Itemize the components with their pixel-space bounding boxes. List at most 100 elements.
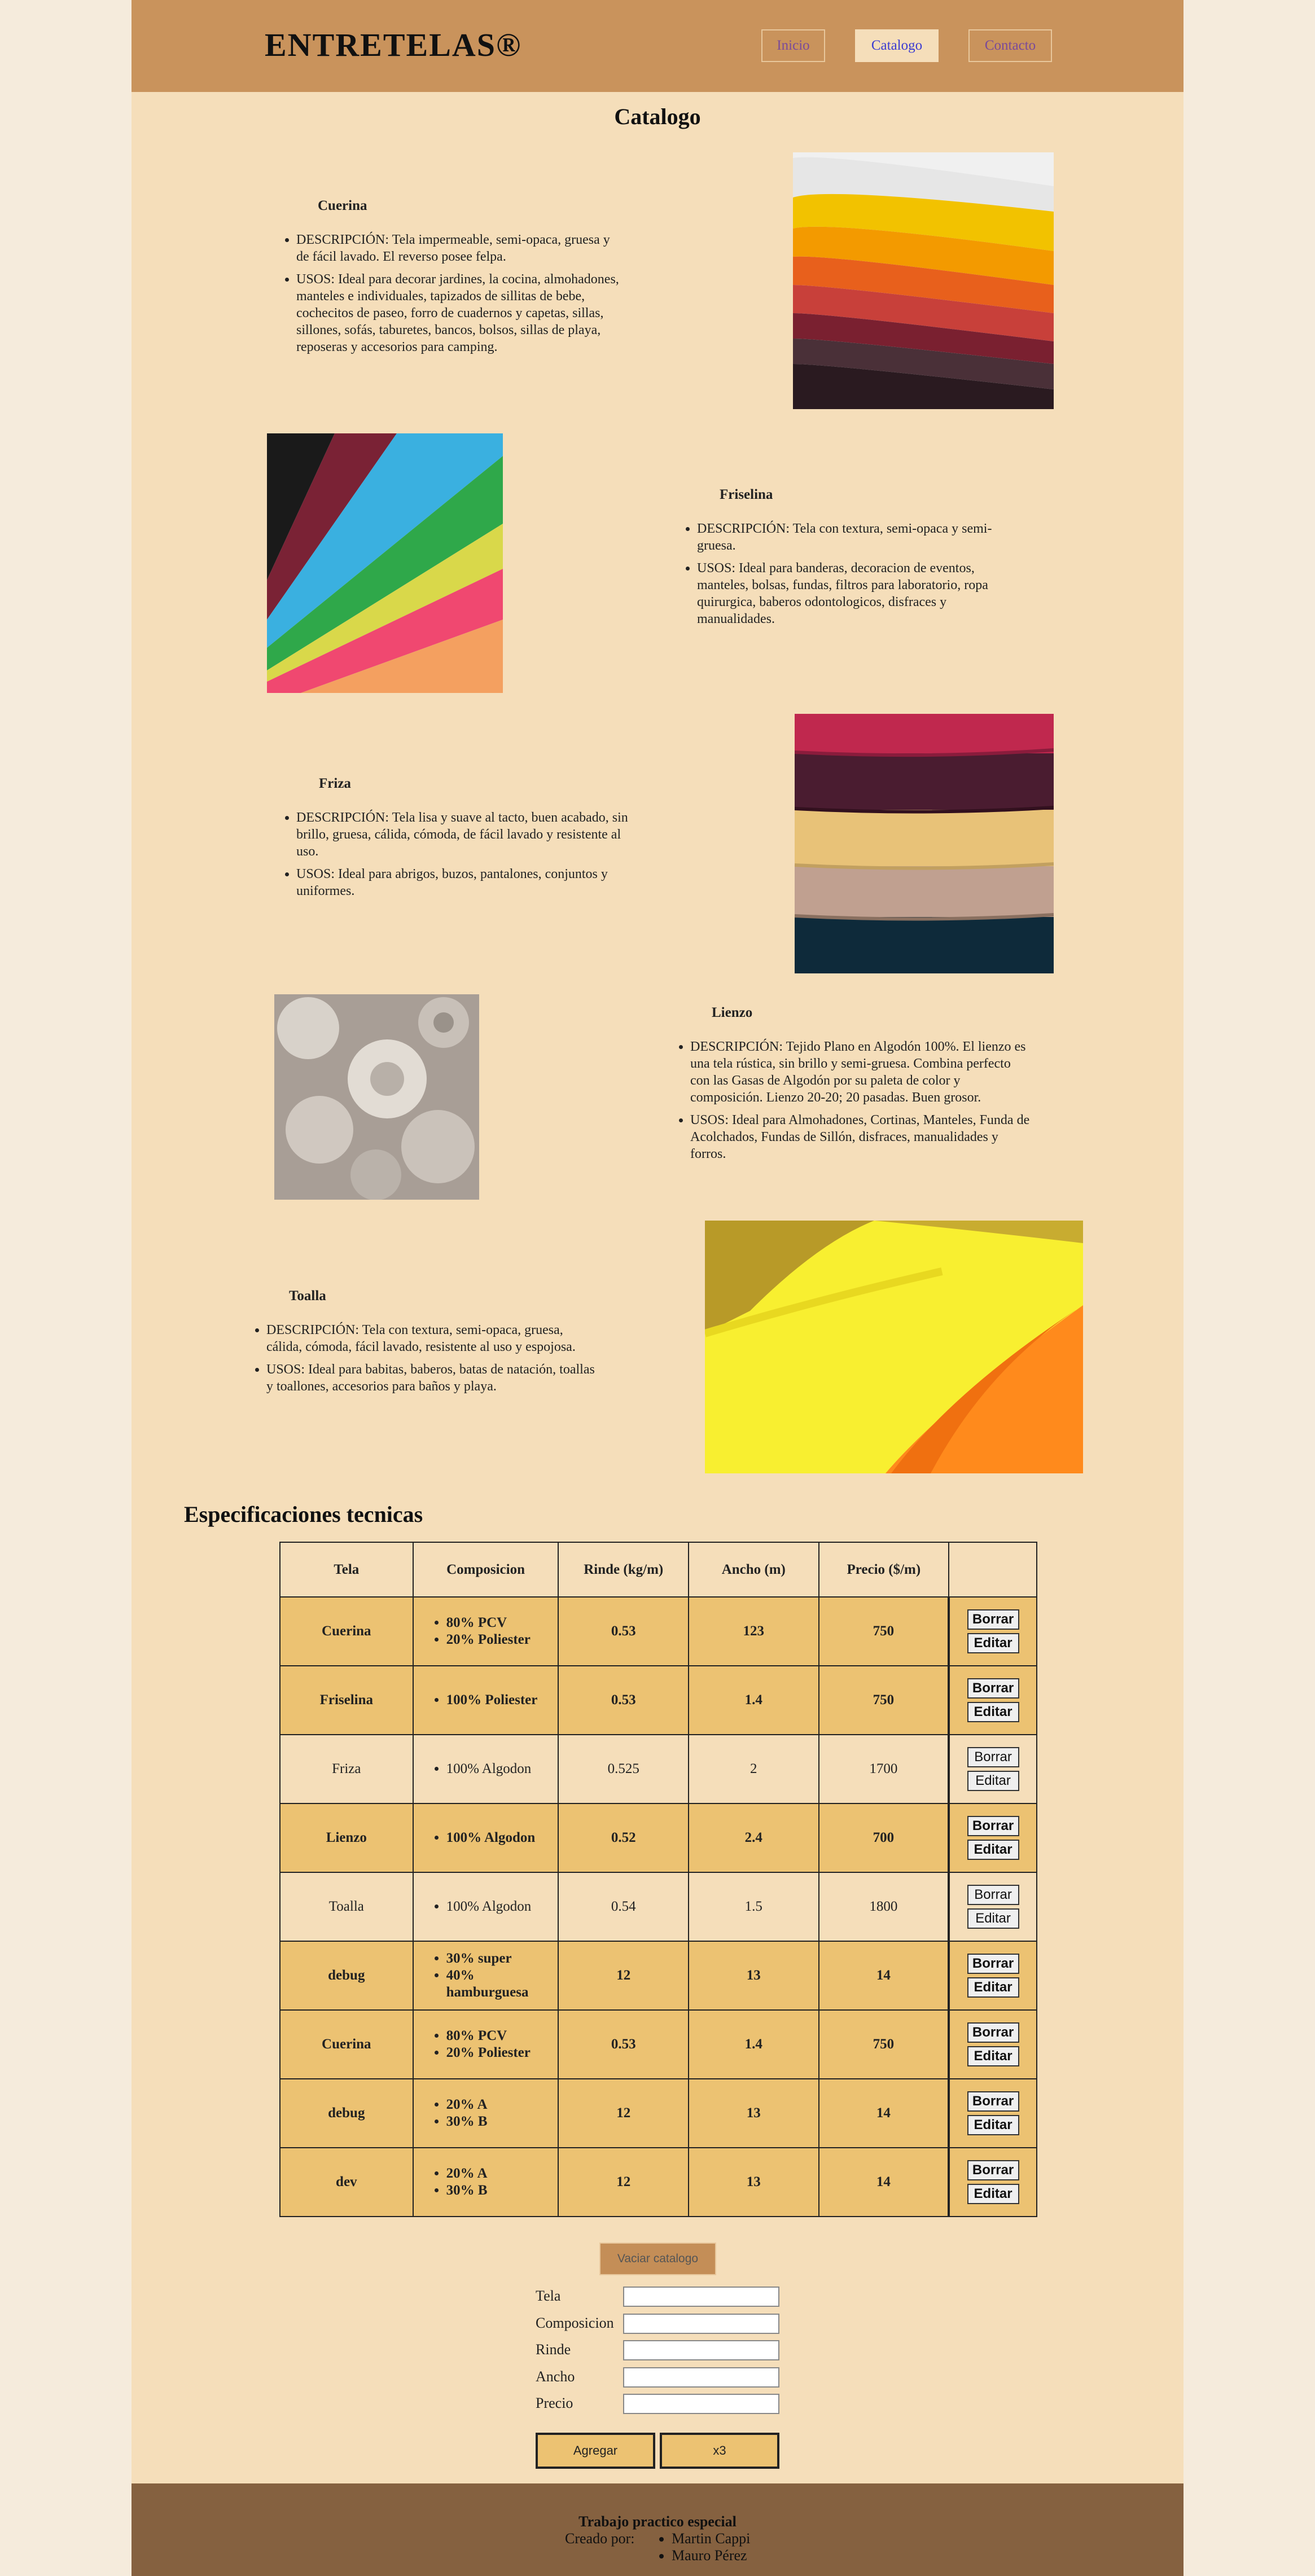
- author-item: Martin Cappi: [672, 2530, 750, 2547]
- cell-ancho: 13: [688, 2078, 819, 2148]
- cell-rinde: 0.53: [558, 1665, 690, 1735]
- table-header-row: Tela Composicion Rinde (kg/m) Ancho (m) …: [279, 1542, 1037, 1598]
- comp-item: 20% A: [446, 2096, 558, 2113]
- delete-button[interactable]: Borrar: [967, 1954, 1019, 1974]
- tela-input[interactable]: [623, 2287, 779, 2307]
- precio-input[interactable]: [623, 2394, 779, 2414]
- ancho-input[interactable]: [623, 2367, 779, 2388]
- cell-rinde: 12: [558, 1941, 690, 2011]
- delete-button[interactable]: Borrar: [967, 2022, 1019, 2043]
- cell-precio: 1700: [818, 1734, 950, 1804]
- cell-actions: Borrar Editar: [948, 1734, 1037, 1804]
- delete-button[interactable]: Borrar: [967, 2091, 1019, 2112]
- edit-button[interactable]: Editar: [967, 1633, 1019, 1653]
- cell-actions: Borrar Editar: [948, 1872, 1037, 1942]
- product-details: DESCRIPCIÓN: Tela con textura, semi-opac…: [682, 520, 1027, 627]
- composicion-input[interactable]: [623, 2314, 779, 2334]
- page-title: Catalogo: [614, 104, 701, 129]
- edit-button[interactable]: Editar: [967, 2046, 1019, 2066]
- delete-button[interactable]: Borrar: [967, 1609, 1019, 1630]
- delete-button[interactable]: Borrar: [967, 1747, 1019, 1767]
- edit-button[interactable]: Editar: [967, 1702, 1019, 1722]
- table-row: debug 30% super40% hamburguesa 12 13 14 …: [279, 1941, 1037, 2011]
- cell-tela: Cuerina: [279, 1596, 414, 1666]
- product-description: DESCRIPCIÓN: Tejido Plano en Algodón 100…: [690, 1038, 1031, 1106]
- edit-button[interactable]: Editar: [967, 1771, 1019, 1791]
- cell-precio: 700: [818, 1803, 950, 1873]
- comp-item: 100% Algodon: [446, 1898, 558, 1915]
- delete-button[interactable]: Borrar: [967, 1678, 1019, 1699]
- delete-button[interactable]: Borrar: [967, 2160, 1019, 2180]
- comp-item: 20% A: [446, 2165, 558, 2182]
- product-friza: Friza DESCRIPCIÓN: Tela lisa y suave al …: [282, 775, 778, 905]
- rinde-label: Rinde: [536, 2341, 571, 2358]
- footer-authors: Martin Cappi Mauro Pérez: [657, 2530, 750, 2564]
- table-row: Toalla 100% Algodon 0.54 1.5 1800 Borrar…: [279, 1872, 1037, 1942]
- add-button[interactable]: Agregar: [536, 2433, 655, 2469]
- edit-button[interactable]: Editar: [967, 2115, 1019, 2135]
- cell-rinde: 0.52: [558, 1803, 690, 1873]
- edit-button[interactable]: Editar: [967, 1977, 1019, 1998]
- nav-inicio[interactable]: Inicio: [761, 29, 825, 62]
- cell-rinde: 0.53: [558, 2009, 690, 2079]
- specs-title: Especificaciones tecnicas: [184, 1502, 423, 1527]
- nav-contacto[interactable]: Contacto: [968, 29, 1052, 62]
- cell-rinde: 0.525: [558, 1734, 690, 1804]
- toalla-image: [705, 1221, 1083, 1473]
- clear-catalog-button[interactable]: Vaciar catalogo: [599, 2243, 716, 2275]
- product-uses: USOS: Ideal para abrigos, buzos, pantalo…: [296, 866, 632, 899]
- site-footer: Trabajo practico especial Creado por: Ma…: [132, 2483, 1184, 2576]
- cell-ancho: 1.4: [688, 2009, 819, 2079]
- product-description: DESCRIPCIÓN: Tela con textura, semi-opac…: [697, 520, 1027, 554]
- product-uses: USOS: Ideal para banderas, decoracion de…: [697, 560, 1027, 627]
- cell-ancho: 2.4: [688, 1803, 819, 1873]
- cell-tela: debug: [279, 2078, 414, 2148]
- table-row: Cuerina 80% PCV20% Poliester 0.53 1.4 75…: [279, 2009, 1037, 2079]
- delete-button[interactable]: Borrar: [967, 1816, 1019, 1836]
- cell-composicion: 20% A30% B: [412, 2147, 559, 2217]
- cell-actions: Borrar Editar: [948, 2147, 1037, 2217]
- comp-item: 20% Poliester: [446, 2044, 558, 2061]
- comp-item: 100% Poliester: [446, 1692, 558, 1709]
- nav-catalogo[interactable]: Catalogo: [855, 29, 939, 62]
- precio-label: Precio: [536, 2395, 573, 2411]
- product-friselina: Friselina DESCRIPCIÓN: Tela con textura,…: [682, 486, 1044, 633]
- table-row: Friza 100% Algodon 0.525 2 1700 Borrar Ed…: [279, 1734, 1037, 1804]
- cell-actions: Borrar Editar: [948, 1596, 1037, 1666]
- product-lienzo: Lienzo DESCRIPCIÓN: Tejido Plano en Algo…: [676, 1004, 1048, 1168]
- product-cuerina: Cuerina DESCRIPCIÓN: Tela impermeable, s…: [282, 198, 778, 361]
- friza-image: [795, 714, 1054, 973]
- table-row: Lienzo 100% Algodon 0.52 2.4 700 Borrar E…: [279, 1803, 1037, 1873]
- cell-tela: Toalla: [279, 1872, 414, 1942]
- cell-precio: 750: [818, 2009, 950, 2079]
- cell-tela: Cuerina: [279, 2009, 414, 2079]
- cell-composicion: 30% super40% hamburguesa: [412, 1941, 559, 2011]
- cell-ancho: 13: [688, 1941, 819, 2011]
- edit-button[interactable]: Editar: [967, 1840, 1019, 1860]
- cell-composicion: 20% A30% B: [412, 2078, 559, 2148]
- product-details: DESCRIPCIÓN: Tela lisa y suave al tacto,…: [282, 809, 632, 899]
- table-row: Cuerina 80% PCV20% Poliester 0.53 123 75…: [279, 1596, 1037, 1666]
- comp-item: 30% super: [446, 1950, 527, 1967]
- add-x3-button[interactable]: x3: [660, 2433, 779, 2469]
- delete-button[interactable]: Borrar: [967, 1885, 1019, 1905]
- edit-button[interactable]: Editar: [967, 2184, 1019, 2204]
- product-details: DESCRIPCIÓN: Tela impermeable, semi-opac…: [282, 231, 626, 356]
- footer-created-by: Creado por:: [565, 2530, 635, 2547]
- cell-composicion: 100% Algodon: [412, 1734, 559, 1804]
- table-row: debug 20% A30% B 12 13 14 Borrar Editar: [279, 2078, 1037, 2148]
- cell-ancho: 123: [688, 1596, 819, 1666]
- product-description: DESCRIPCIÓN: Tela lisa y suave al tacto,…: [296, 809, 632, 860]
- site-header: ENTRETELAS® Inicio Catalogo Contacto: [132, 0, 1184, 92]
- specs-table: Tela Composicion Rinde (kg/m) Ancho (m) …: [279, 1542, 1037, 2217]
- cell-precio: 14: [818, 2078, 950, 2148]
- cell-rinde: 0.53: [558, 1596, 690, 1666]
- lienzo-image: [274, 994, 479, 1200]
- cell-actions: Borrar Editar: [948, 1803, 1037, 1873]
- cell-ancho: 13: [688, 2147, 819, 2217]
- rinde-input[interactable]: [623, 2340, 779, 2360]
- product-toalla: Toalla DESCRIPCIÓN: Tela con textura, se…: [252, 1288, 748, 1401]
- cell-actions: Borrar Editar: [948, 2078, 1037, 2148]
- header-rinde: Rinde (kg/m): [558, 1542, 690, 1598]
- edit-button[interactable]: Editar: [967, 1908, 1019, 1929]
